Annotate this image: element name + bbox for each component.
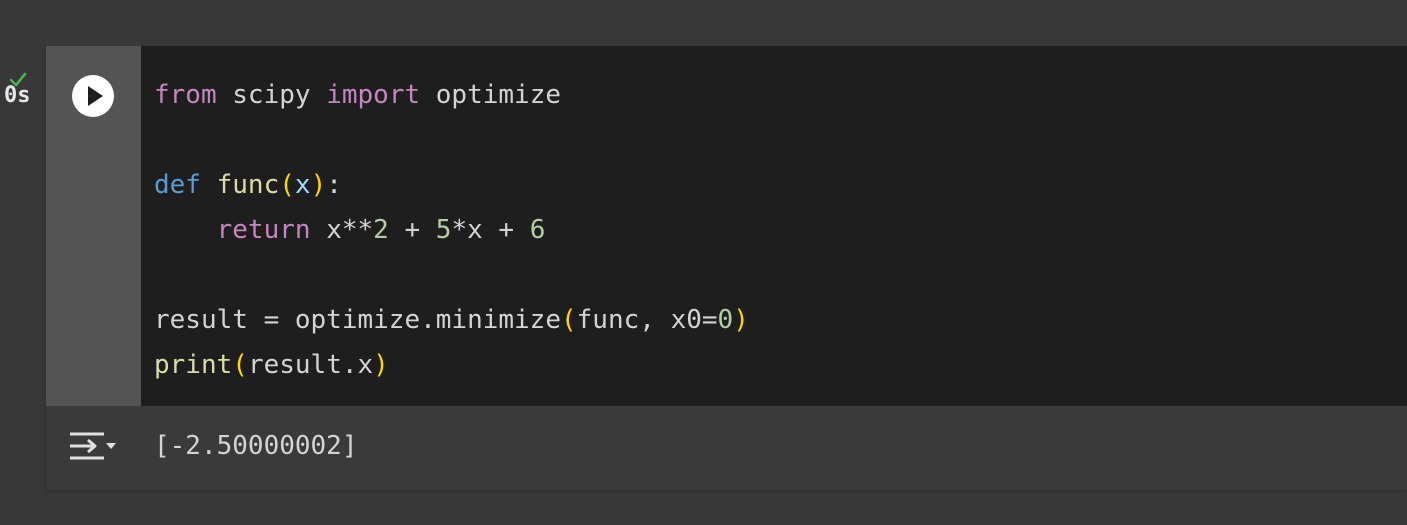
code-token: from: [154, 80, 217, 110]
code-token: (: [232, 350, 248, 380]
code-token: func: [216, 170, 280, 200]
code-line: print(result.x): [154, 343, 749, 388]
code-line: return x**2 + 5*x + 6: [154, 208, 749, 253]
code-line: def func(x):: [154, 163, 749, 208]
execution-status: 0s: [0, 70, 42, 108]
code-content[interactable]: from scipy import optimize def func(x): r…: [154, 73, 749, 388]
output-toggle-button[interactable]: [68, 426, 118, 466]
code-token: *x +: [451, 215, 530, 245]
code-token: x: [294, 170, 311, 200]
code-token: func, x0=: [576, 305, 718, 335]
output-text: [-2.50000002]: [154, 431, 358, 461]
code-token: (: [279, 170, 295, 200]
code-token: result.x: [247, 350, 374, 380]
code-line: from scipy import optimize: [154, 73, 749, 118]
code-token: optimize: [420, 80, 562, 110]
code-token: 5: [435, 215, 452, 245]
code-token: :: [326, 170, 342, 200]
run-cell-button[interactable]: [72, 75, 114, 117]
code-token: +: [388, 215, 436, 245]
notebook-page: 0s from scipy import optimize def func(x)…: [0, 0, 1407, 525]
code-cell[interactable]: from scipy import optimize def func(x): r…: [46, 46, 1407, 490]
code-token: ): [733, 305, 749, 335]
code-token: 2: [373, 215, 389, 245]
code-token: result = optimize.minimize: [154, 305, 561, 335]
code-token: 6: [529, 215, 546, 245]
code-token: return: [216, 215, 311, 245]
code-token: 0: [717, 305, 734, 335]
code-token: (: [561, 305, 577, 335]
code-token: x**: [310, 215, 374, 245]
cell-output: [-2.50000002]: [46, 406, 1407, 490]
code-token: def: [154, 170, 201, 200]
play-icon: [88, 86, 103, 106]
code-line: result = optimize.minimize(func, x0=0): [154, 298, 749, 343]
execution-time: 0s: [4, 83, 31, 108]
code-token: ): [310, 170, 327, 200]
output-toggle-icon: [70, 432, 116, 460]
code-token: print: [154, 350, 233, 380]
code-token: ): [373, 350, 389, 380]
code-editor[interactable]: from scipy import optimize def func(x): r…: [141, 46, 1407, 406]
code-token: import: [326, 80, 421, 110]
code-token: scipy: [216, 80, 327, 110]
cell-gutter: [46, 46, 141, 406]
